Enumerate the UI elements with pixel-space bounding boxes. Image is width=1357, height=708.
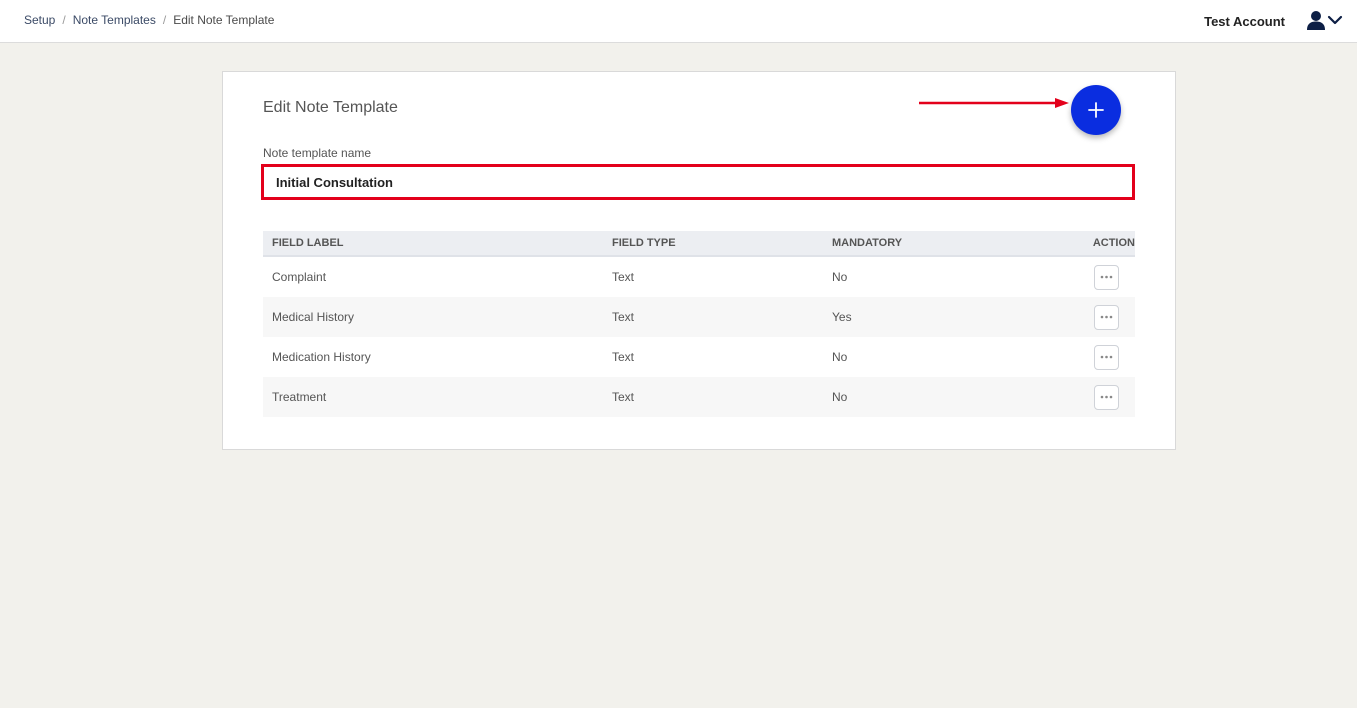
more-horizontal-icon xyxy=(1100,395,1113,399)
more-horizontal-icon xyxy=(1100,315,1113,319)
breadcrumb-separator: / xyxy=(162,13,167,27)
breadcrumb-note-templates[interactable]: Note Templates xyxy=(73,13,156,27)
cell-field-label: Medication History xyxy=(272,350,371,364)
row-action-button[interactable] xyxy=(1094,384,1119,410)
row-action-button[interactable] xyxy=(1094,344,1119,370)
page-title: Edit Note Template xyxy=(263,99,398,116)
cell-mandatory: No xyxy=(832,350,848,364)
header-field-type: FIELD TYPE xyxy=(612,237,676,249)
table-header: FIELD LABEL FIELD TYPE MANDATORY ACTION xyxy=(263,231,1135,257)
table-row: Medication History Text No xyxy=(263,337,1135,377)
table-row: Medical History Text Yes xyxy=(263,297,1135,337)
cell-mandatory: No xyxy=(832,390,848,404)
row-action-button[interactable] xyxy=(1094,304,1119,330)
plus-icon xyxy=(1088,102,1104,118)
cell-mandatory: No xyxy=(832,270,848,284)
breadcrumb-current: Edit Note Template xyxy=(173,13,275,27)
cell-action xyxy=(1052,344,1135,370)
row-action-button[interactable] xyxy=(1094,264,1119,290)
edit-template-card: Edit Note Template Note template name FI… xyxy=(222,71,1176,450)
breadcrumb-separator: / xyxy=(62,13,66,27)
table-row: Treatment Text No xyxy=(263,377,1135,417)
cell-field-type: Text xyxy=(612,310,635,324)
cell-field-label: Medical History xyxy=(272,310,355,324)
more-horizontal-icon xyxy=(1100,275,1113,279)
account-name: Test Account xyxy=(1204,14,1285,29)
cell-field-type: Text xyxy=(612,270,635,284)
top-bar: Setup / Note Templates / Edit Note Templ… xyxy=(0,0,1357,43)
cell-action xyxy=(1052,304,1135,330)
header-field-label: FIELD LABEL xyxy=(272,237,344,249)
add-field-button[interactable] xyxy=(1071,85,1121,135)
more-horizontal-icon xyxy=(1100,355,1113,359)
cell-field-label: Treatment xyxy=(272,390,327,404)
cell-field-type: Text xyxy=(612,390,635,404)
header-mandatory: MANDATORY xyxy=(832,237,903,249)
cell-field-label: Complaint xyxy=(272,270,327,284)
user-icon xyxy=(1307,11,1325,30)
template-name-label: Note template name xyxy=(263,146,372,160)
template-name-input[interactable] xyxy=(261,164,1135,200)
cell-field-type: Text xyxy=(612,350,635,364)
breadcrumb: Setup / Note Templates / Edit Note Templ… xyxy=(24,13,274,27)
table-row: Complaint Text No xyxy=(263,257,1135,297)
cell-action xyxy=(1052,384,1135,410)
fields-table: FIELD LABEL FIELD TYPE MANDATORY ACTION … xyxy=(263,231,1135,417)
header-action: ACTION xyxy=(1092,237,1135,249)
cell-action xyxy=(1052,264,1135,290)
cell-mandatory: Yes xyxy=(832,310,852,324)
annotation-arrow xyxy=(919,98,1069,108)
chevron-down-icon xyxy=(1327,15,1343,25)
breadcrumb-setup[interactable]: Setup xyxy=(24,13,55,27)
user-menu-button[interactable] xyxy=(1306,9,1344,33)
